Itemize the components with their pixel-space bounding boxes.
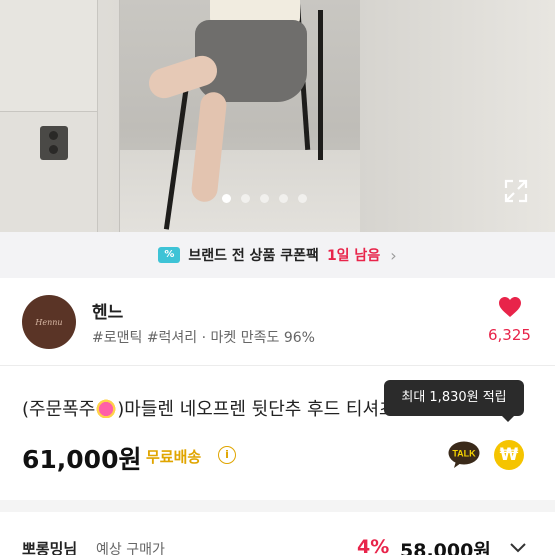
kakao-talk-icon[interactable]: TALK bbox=[448, 441, 480, 469]
expand-icon[interactable] bbox=[503, 178, 529, 204]
pagination-dot[interactable] bbox=[241, 194, 250, 203]
pagination-dot[interactable] bbox=[279, 194, 288, 203]
pagination-dot[interactable] bbox=[298, 194, 307, 203]
points-tooltip: 최대 1,830원 적립 bbox=[384, 380, 524, 422]
discount-percent: 4% bbox=[357, 536, 390, 555]
coupon-text: 브랜드 전 상품 쿠폰팩 bbox=[188, 248, 319, 264]
expected-price: 58,000원 bbox=[400, 540, 491, 555]
chevron-right-icon: › bbox=[390, 245, 397, 265]
seller-row[interactable]: Hennu 헨느 #로맨틱 #럭셔리 · 마켓 만족도 96% 6,325 bbox=[0, 278, 555, 366]
product-title: (주문폭주)마들렌 네오프렌 뒷단추 후드 티셔츠 bbox=[22, 398, 396, 420]
product-image[interactable] bbox=[0, 0, 555, 232]
coupon-days-left: 1일 남음 bbox=[326, 248, 381, 264]
photo-chair-leg bbox=[318, 10, 323, 160]
expected-price-row[interactable]: 뽀롱밍님 예상 구매가 4% 58,000원 bbox=[0, 512, 555, 555]
seller-avatar[interactable]: Hennu bbox=[22, 295, 76, 349]
section-divider bbox=[0, 500, 555, 512]
photo-cabinet bbox=[0, 0, 98, 112]
gallery-pagination bbox=[222, 194, 307, 203]
buyer-name: 뽀롱밍님 bbox=[22, 540, 78, 555]
pagination-dot[interactable] bbox=[222, 194, 231, 203]
seller-name[interactable]: 헨느 bbox=[92, 298, 123, 323]
chevron-down-icon[interactable] bbox=[510, 542, 526, 554]
photo-outlet bbox=[40, 126, 68, 160]
pagination-dot[interactable] bbox=[260, 194, 269, 203]
svg-text:TALK: TALK bbox=[452, 449, 476, 459]
coupon-percent-icon: % bbox=[158, 247, 181, 263]
like-count: 6,325 bbox=[488, 326, 531, 344]
coupon-banner[interactable]: % 브랜드 전 상품 쿠폰팩 1일 남음 › bbox=[0, 232, 555, 278]
seller-tags: #로맨틱 #럭셔리 · 마켓 만족도 96% bbox=[92, 330, 315, 346]
won-point-icon[interactable]: ₩ bbox=[494, 440, 524, 470]
info-icon[interactable]: i bbox=[218, 446, 236, 464]
expected-price-label: 예상 구매가 bbox=[96, 542, 165, 555]
free-shipping-label: 무료배송 bbox=[146, 448, 202, 466]
heart-gift-icon bbox=[95, 398, 118, 418]
heart-icon[interactable] bbox=[498, 296, 522, 318]
product-price: 61,000원 bbox=[22, 445, 142, 474]
